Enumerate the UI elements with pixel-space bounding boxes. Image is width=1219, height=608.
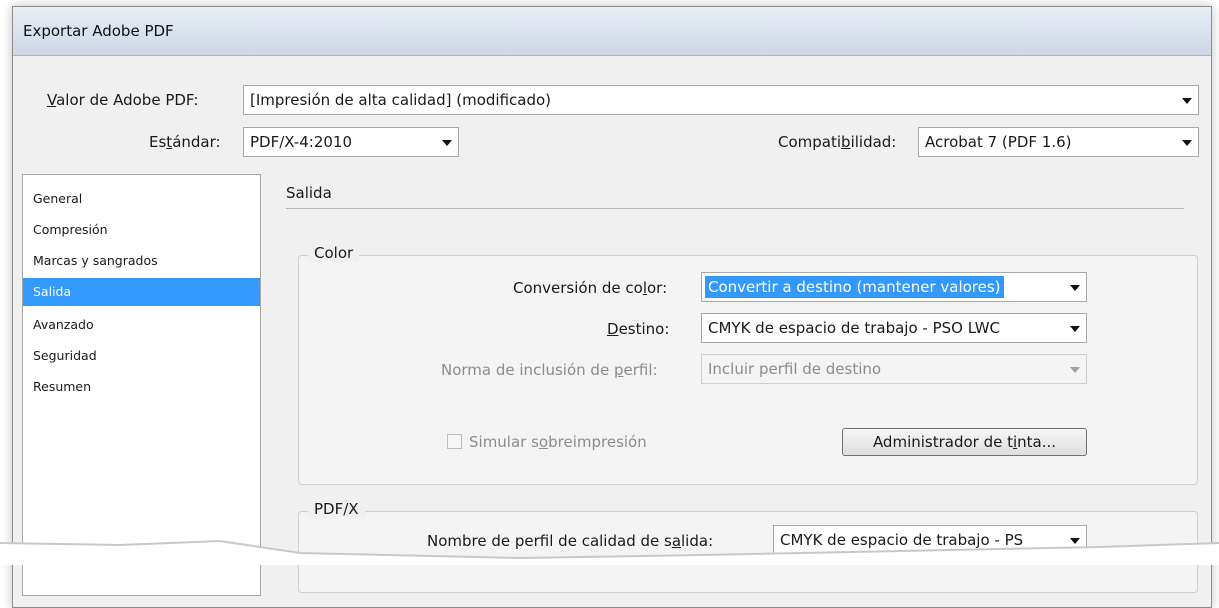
- standard-label: Estándar:: [149, 133, 221, 151]
- profile-inclusion-dropdown[interactable]: Incluir perfil de destino: [701, 354, 1087, 384]
- sidebar-item-avanzado[interactable]: Avanzado: [23, 311, 260, 339]
- destination-label: Destino:: [607, 320, 670, 338]
- simulate-overprint-checkbox[interactable]: [447, 434, 462, 449]
- standard-dropdown[interactable]: PDF/X-4:2010: [243, 127, 459, 157]
- section-divider: [286, 208, 1184, 209]
- preset-value: [Impresión de alta calidad] (modificado): [250, 91, 552, 109]
- title-bar[interactable]: Exportar Adobe PDF: [13, 7, 1211, 56]
- sidebar-item-compresion[interactable]: Compresión: [23, 216, 260, 244]
- color-conversion-label: Conversión de color:: [513, 279, 668, 297]
- destination-dropdown[interactable]: CMYK de espacio de trabajo - PSO LWC: [701, 313, 1087, 343]
- chevron-down-icon: [1070, 326, 1080, 332]
- color-group-legend: Color: [308, 244, 360, 262]
- sidebar-item-seguridad[interactable]: Seguridad: [23, 342, 260, 370]
- sidebar-item-general[interactable]: General: [23, 185, 260, 213]
- color-conversion-dropdown[interactable]: Convertir a destino (mantener valores): [701, 272, 1087, 302]
- standard-value: PDF/X-4:2010: [250, 133, 352, 151]
- sidebar-item-resumen[interactable]: Resumen: [23, 373, 260, 401]
- preset-dropdown[interactable]: [Impresión de alta calidad] (modificado): [243, 85, 1199, 115]
- simulate-overprint-label: Simular sobreimpresión: [469, 433, 647, 451]
- destination-value: CMYK de espacio de trabajo - PSO LWC: [708, 319, 1001, 337]
- chevron-down-icon: [1182, 98, 1192, 104]
- compatibility-label: Compatibilidad:: [778, 133, 897, 151]
- compatibility-dropdown[interactable]: Acrobat 7 (PDF 1.6): [918, 127, 1199, 157]
- color-conversion-value: Convertir a destino (mantener valores): [705, 276, 1004, 298]
- preset-label: Valor de Adobe PDF:: [47, 91, 199, 109]
- chevron-down-icon: [1070, 285, 1080, 291]
- chevron-down-icon: [1182, 140, 1192, 146]
- sidebar-item-marcas[interactable]: Marcas y sangrados: [23, 247, 260, 275]
- chevron-down-icon: [1070, 367, 1080, 373]
- sidebar-item-salida[interactable]: Salida: [23, 278, 260, 306]
- torn-edge-decoration: [0, 539, 1219, 565]
- profile-inclusion-label: Norma de inclusión de perfil:: [441, 361, 658, 379]
- chevron-down-icon: [442, 140, 452, 146]
- profile-inclusion-value: Incluir perfil de destino: [708, 360, 882, 378]
- window-title: Exportar Adobe PDF: [23, 22, 174, 40]
- ink-manager-button[interactable]: Administrador de tinta...: [842, 428, 1087, 456]
- section-title: Salida: [286, 184, 332, 202]
- compatibility-value: Acrobat 7 (PDF 1.6): [925, 133, 1072, 151]
